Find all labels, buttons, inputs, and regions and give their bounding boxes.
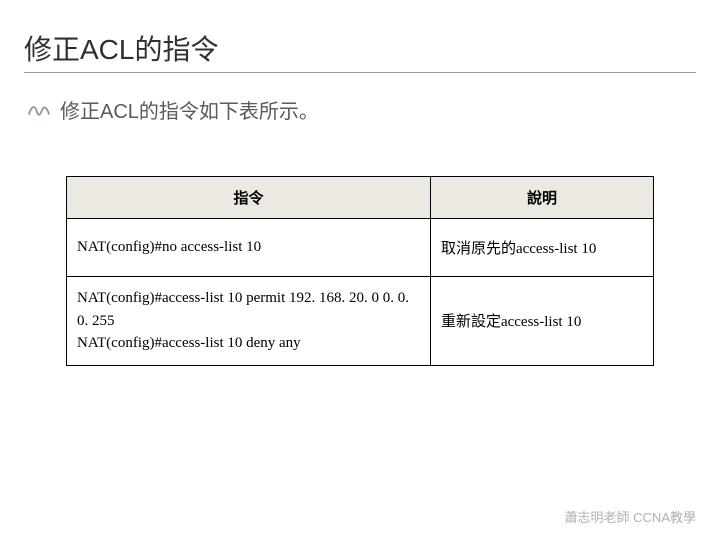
th-command: 指令 <box>67 177 431 219</box>
cell-command: NAT(config)#access-list 10 permit 192. 1… <box>67 277 431 366</box>
cell-command: NAT(config)#no access-list 10 <box>67 219 431 277</box>
acl-table: 指令 說明 NAT(config)#no access-list 10 取消原先… <box>66 176 654 366</box>
bullet-row: 修正ACL的指令如下表所示。 <box>28 95 696 124</box>
footer-credit: 蕭志明老師 CCNA教學 <box>565 507 696 526</box>
table-row: NAT(config)#no access-list 10 取消原先的acces… <box>67 219 654 277</box>
signature-icon <box>28 102 50 118</box>
slide-title: 修正ACL的指令 <box>24 28 696 73</box>
cell-description: 重新設定access-list 10 <box>430 277 653 366</box>
cell-description: 取消原先的access-list 10 <box>430 219 653 277</box>
acl-table-container: 指令 說明 NAT(config)#no access-list 10 取消原先… <box>66 176 654 366</box>
bullet-text: 修正ACL的指令如下表所示。 <box>60 95 319 124</box>
table-row: NAT(config)#access-list 10 permit 192. 1… <box>67 277 654 366</box>
th-description: 說明 <box>430 177 653 219</box>
